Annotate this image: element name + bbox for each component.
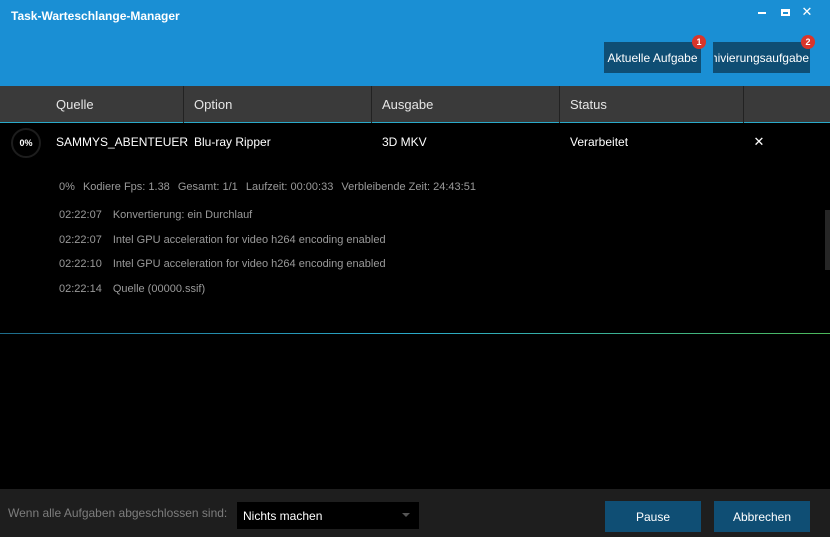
- section-divider: [0, 333, 830, 334]
- log-message: Intel GPU acceleration for video h264 en…: [112, 258, 386, 270]
- archive-task-button[interactable]: Archivierungsaufgabe 2: [713, 35, 815, 73]
- chevron-down-icon: [402, 513, 410, 517]
- log-time: 02:22:14: [59, 283, 102, 295]
- scrollbar[interactable]: [825, 210, 830, 270]
- cancel-button[interactable]: Abbrechen: [714, 501, 810, 532]
- title-bar: Task-Warteschlange-Manager ✕ Aktuelle Au…: [0, 0, 830, 86]
- current-task-label: Aktuelle Aufgabe: [607, 50, 698, 65]
- log-message: Konvertierung: ein Durchlauf: [112, 209, 253, 221]
- table-header: Quelle Option Ausgabe Status: [0, 86, 830, 123]
- stats-fps: Kodiere Fps: 1.38: [82, 181, 170, 193]
- column-header-status[interactable]: Status: [560, 86, 744, 123]
- column-header-actions: [744, 86, 830, 123]
- close-icon[interactable]: ✕: [752, 124, 766, 160]
- pause-button[interactable]: Pause: [605, 501, 701, 532]
- current-task-badge: 1: [692, 35, 706, 49]
- cell-quelle: SAMMYS_ABENTEUER: [56, 135, 189, 149]
- archive-task-badge: 2: [801, 35, 815, 49]
- log-entry: 02:22:07 Konvertierung: ein Durchlauf: [59, 209, 252, 221]
- archive-task-label: Archivierungsaufgabe: [714, 50, 809, 65]
- footer-bar: Wenn alle Aufgaben abgeschlossen sind: N…: [0, 489, 830, 537]
- stats-runtime: Laufzeit: 00:00:33: [245, 181, 334, 193]
- stats-remaining: Verbleibende Zeit: 24:43:51: [341, 181, 476, 193]
- column-header-option[interactable]: Option: [184, 86, 372, 123]
- log-time: 02:22:07: [59, 234, 102, 246]
- cell-status: Verarbeitet: [570, 135, 629, 149]
- log-message: Quelle (00000.ssif): [112, 283, 206, 295]
- minimize-icon[interactable]: [754, 4, 770, 20]
- column-header-quelle[interactable]: Quelle: [46, 86, 184, 123]
- cell-ausgabe: 3D MKV: [382, 135, 427, 149]
- stats-total: Gesamt: 1/1: [177, 181, 238, 193]
- stats-percent: 0%: [59, 181, 75, 193]
- log-entry: 02:22:10 Intel GPU acceleration for video…: [59, 258, 386, 270]
- progress-indicator: 0%: [11, 128, 41, 158]
- log-entry: 02:22:07 Intel GPU acceleration for video…: [59, 234, 386, 246]
- window-title: Task-Warteschlange-Manager: [11, 9, 180, 23]
- log-time: 02:22:07: [59, 209, 102, 221]
- maximize-icon[interactable]: [777, 4, 793, 20]
- log-entry: 02:22:14 Quelle (00000.ssif): [59, 283, 205, 295]
- log-message: Intel GPU acceleration for video h264 en…: [112, 234, 386, 246]
- completion-action-select[interactable]: Nichts machen: [237, 502, 419, 529]
- completion-action-label: Wenn alle Aufgaben abgeschlossen sind:: [8, 506, 228, 520]
- table-row[interactable]: 0% SAMMYS_ABENTEUER Blu-ray Ripper 3D MK…: [0, 124, 830, 160]
- column-header-ausgabe[interactable]: Ausgabe: [372, 86, 560, 123]
- log-time: 02:22:10: [59, 258, 102, 270]
- close-icon[interactable]: ✕: [799, 4, 815, 20]
- cell-option: Blu-ray Ripper: [194, 135, 271, 149]
- completion-action-value: Nichts machen: [243, 508, 323, 523]
- task-stats: 0% Kodiere Fps: 1.38 Gesamt: 1/1 Laufzei…: [59, 181, 481, 193]
- current-task-button[interactable]: Aktuelle Aufgabe 1: [604, 35, 706, 73]
